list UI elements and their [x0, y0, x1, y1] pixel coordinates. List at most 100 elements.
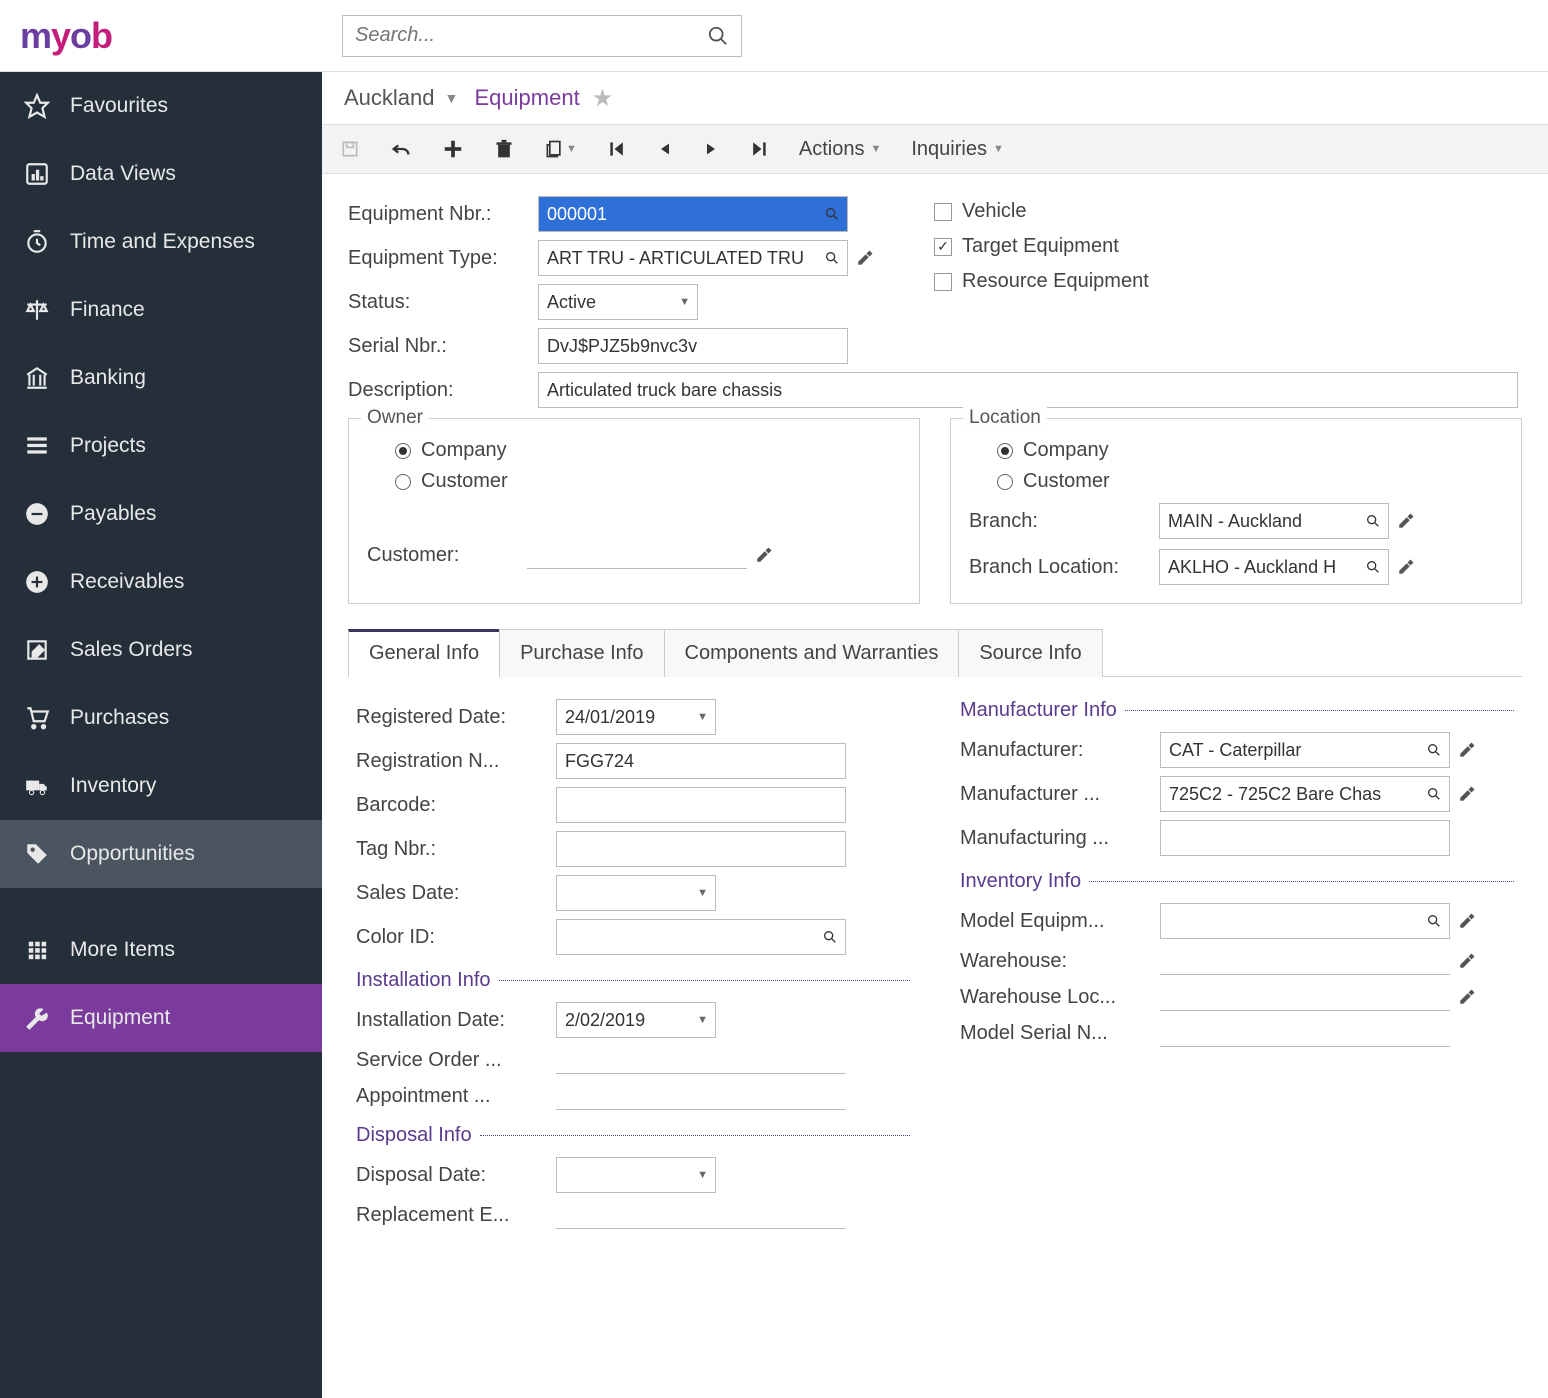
manufacturing-input[interactable]	[1160, 820, 1450, 856]
inquiries-menu[interactable]: Inquiries▼	[911, 138, 1004, 161]
pencil-icon[interactable]	[1458, 988, 1476, 1006]
service-order-input[interactable]	[556, 1046, 846, 1074]
save-button[interactable]	[340, 139, 360, 159]
owner-company-radio[interactable]: Company	[395, 439, 901, 462]
chevron-down-icon[interactable]: ▼	[445, 90, 459, 106]
manufacturer-input[interactable]	[1160, 732, 1450, 768]
copy-button[interactable]: ▼	[544, 138, 577, 160]
sidebar-item-banking[interactable]: Banking	[0, 344, 322, 412]
search-icon[interactable]	[1426, 913, 1442, 929]
search-icon[interactable]	[1426, 786, 1442, 802]
tab-general[interactable]: General Info	[348, 629, 500, 677]
tab-components[interactable]: Components and Warranties	[664, 629, 960, 677]
chevron-down-icon[interactable]: ▼	[679, 296, 690, 308]
location-customer-radio[interactable]: Customer	[997, 470, 1503, 493]
pencil-icon[interactable]	[1397, 558, 1415, 576]
barcode-input[interactable]	[556, 787, 846, 823]
registration-n-input[interactable]	[556, 743, 846, 779]
sidebar-item-receivables[interactable]: Receivables	[0, 548, 322, 616]
branch-label: Branch:	[969, 510, 1159, 533]
prev-button[interactable]	[657, 138, 673, 160]
registered-date-input[interactable]	[556, 699, 716, 735]
vehicle-checkbox[interactable]: Vehicle	[934, 200, 1149, 223]
location-company-radio[interactable]: Company	[997, 439, 1503, 462]
color-id-input[interactable]	[556, 919, 846, 955]
model-serial-input[interactable]	[1160, 1019, 1450, 1047]
manufacturer-m-label: Manufacturer ...	[960, 783, 1160, 806]
warehouse-input[interactable]	[1160, 947, 1450, 975]
equipment-type-input[interactable]	[538, 240, 848, 276]
status-select[interactable]	[538, 284, 698, 320]
next-button[interactable]	[703, 138, 719, 160]
appointment-input[interactable]	[556, 1082, 846, 1110]
equipment-nbr-input[interactable]	[538, 196, 848, 232]
sales-date-input[interactable]	[556, 875, 716, 911]
toolbar: ▼ Actions▼ Inquiries▼	[322, 124, 1548, 174]
sidebar-item-equipment[interactable]: Equipment	[0, 984, 322, 1052]
pencil-icon[interactable]	[755, 546, 773, 564]
sidebar-item-time[interactable]: Time and Expenses	[0, 208, 322, 276]
search-icon[interactable]	[1365, 559, 1381, 575]
owner-customer-radio[interactable]: Customer	[395, 470, 901, 493]
customer-input[interactable]	[527, 541, 747, 569]
breadcrumb-company[interactable]: Auckland	[344, 85, 435, 111]
chevron-down-icon[interactable]: ▼	[697, 887, 708, 899]
search-icon[interactable]	[1365, 513, 1381, 529]
pencil-icon[interactable]	[1458, 952, 1476, 970]
disposal-date-input[interactable]	[556, 1157, 716, 1193]
registration-n-label: Registration N...	[356, 750, 556, 773]
first-button[interactable]	[607, 138, 627, 160]
model-equipm-input[interactable]	[1160, 903, 1450, 939]
branch-input[interactable]	[1159, 503, 1389, 539]
sidebar-label: Sales Orders	[70, 638, 193, 662]
minus-circle-icon	[22, 499, 52, 529]
sidebar-item-projects[interactable]: Projects	[0, 412, 322, 480]
serial-nbr-input[interactable]	[538, 328, 848, 364]
pencil-icon[interactable]	[856, 249, 874, 267]
target-checkbox[interactable]: Target Equipment	[934, 235, 1149, 258]
sidebar: Favourites Data Views Time and Expenses …	[0, 72, 322, 1398]
tab-source[interactable]: Source Info	[958, 629, 1102, 677]
manufacturer-m-input[interactable]	[1160, 776, 1450, 812]
resource-checkbox[interactable]: Resource Equipment	[934, 270, 1149, 293]
sidebar-item-inventory[interactable]: Inventory	[0, 752, 322, 820]
pencil-icon[interactable]	[1458, 785, 1476, 803]
sidebar-item-payables[interactable]: Payables	[0, 480, 322, 548]
actions-menu[interactable]: Actions▼	[799, 138, 881, 161]
search-box[interactable]	[342, 15, 742, 57]
star-icon[interactable]: ★	[592, 84, 614, 113]
service-order-label: Service Order ...	[356, 1049, 556, 1072]
search-icon[interactable]	[1426, 742, 1442, 758]
installation-date-input[interactable]	[556, 1002, 716, 1038]
sidebar-item-more[interactable]: More Items	[0, 916, 322, 984]
chevron-down-icon[interactable]: ▼	[697, 711, 708, 723]
sidebar-item-finance[interactable]: Finance	[0, 276, 322, 344]
sidebar-item-purchases[interactable]: Purchases	[0, 684, 322, 752]
branch-loc-input[interactable]	[1159, 549, 1389, 585]
search-icon[interactable]	[824, 250, 840, 266]
pencil-icon[interactable]	[1397, 512, 1415, 530]
sidebar-item-sales[interactable]: Sales Orders	[0, 616, 322, 684]
search-icon[interactable]	[824, 206, 840, 222]
search-icon[interactable]	[707, 25, 729, 47]
pencil-icon[interactable]	[1458, 912, 1476, 930]
description-input[interactable]	[538, 372, 1518, 408]
sidebar-item-dataviews[interactable]: Data Views	[0, 140, 322, 208]
undo-button[interactable]	[390, 138, 412, 160]
search-icon[interactable]	[822, 929, 838, 945]
warehouse-loc-input[interactable]	[1160, 983, 1450, 1011]
warehouse-loc-label: Warehouse Loc...	[960, 986, 1160, 1009]
sidebar-item-favourites[interactable]: Favourites	[0, 72, 322, 140]
tag-nbr-input[interactable]	[556, 831, 846, 867]
sidebar-item-opportunities[interactable]: Opportunities	[0, 820, 322, 888]
replacement-input[interactable]	[556, 1201, 846, 1229]
last-button[interactable]	[749, 138, 769, 160]
tab-purchase[interactable]: Purchase Info	[499, 629, 664, 677]
wrench-icon	[22, 1003, 52, 1033]
search-input[interactable]	[355, 24, 707, 47]
pencil-icon[interactable]	[1458, 741, 1476, 759]
delete-button[interactable]	[494, 138, 514, 160]
add-button[interactable]	[442, 138, 464, 160]
chevron-down-icon[interactable]: ▼	[697, 1169, 708, 1181]
chevron-down-icon[interactable]: ▼	[697, 1014, 708, 1026]
